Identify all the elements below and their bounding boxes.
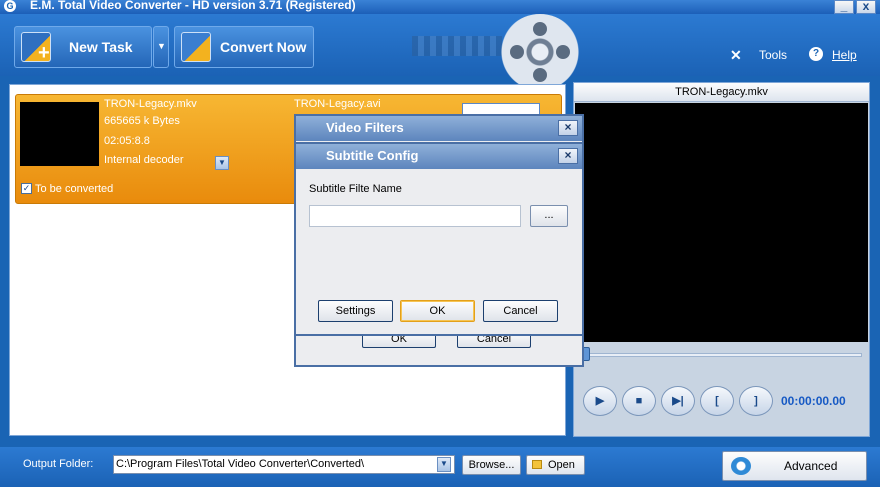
mark-out-button[interactable]: ] [739,386,773,416]
tools-label[interactable]: Tools [759,48,787,62]
target-file-name: TRON-Legacy.avi [294,98,381,110]
new-task-dropdown-button[interactable]: ▼ [153,26,169,68]
help-label[interactable]: Help [832,48,857,62]
minimize-button[interactable]: _ [834,0,854,14]
decoder-dropdown-icon[interactable]: ▼ [215,156,229,170]
subtitle-browse-button[interactable]: ... [530,205,568,227]
subtitle-file-name-input[interactable] [309,205,521,227]
film-strip-decoration [412,36,502,56]
decoder-label: Internal decoder [104,154,184,166]
video-filters-close-button[interactable]: × [558,120,578,136]
subtitle-config-dialog: Subtitle Config × Subtitle Filte Name ..… [294,142,584,336]
video-preview-screen [575,103,868,342]
subtitle-cancel-button[interactable]: Cancel [483,300,558,322]
help-icon[interactable]: ? [809,47,823,61]
open-label: Open [548,459,575,471]
source-file-name: TRON-Legacy.mkv [104,98,197,110]
browse-button[interactable]: Browse... [462,455,521,475]
advanced-label: Advanced [784,459,838,473]
close-button[interactable]: x [856,0,876,14]
video-thumbnail [20,102,99,166]
to-be-converted-label: To be converted [35,183,114,195]
chevron-down-icon: ▼ [157,41,166,51]
play-button[interactable]: ▶ [583,386,617,416]
folder-icon [532,460,542,469]
new-task-icon: + [21,32,51,63]
subtitle-ok-button[interactable]: OK [400,300,475,322]
refresh-icon [731,457,751,475]
convert-now-label: Convert Now [220,39,307,55]
video-filters-title-bar: Video Filters [296,116,582,141]
to-be-converted-checkbox[interactable]: ✓ [21,183,32,194]
subtitle-settings-button[interactable]: Settings [318,300,393,322]
new-task-label: New Task [69,39,133,55]
timecode: 00:00:00.00 [781,394,846,408]
subtitle-config-title-bar: Subtitle Config [296,144,582,169]
window-title: E.M. Total Video Converter - HD version … [30,0,356,12]
output-folder-path: C:\Program Files\Total Video Converter\C… [116,458,365,470]
preview-title: TRON-Legacy.mkv [574,83,869,102]
chevron-down-icon[interactable]: ▼ [437,457,451,472]
film-reel-icon [500,14,580,90]
open-button[interactable]: Open [526,455,585,475]
title-bar: G E.M. Total Video Converter - HD versio… [0,0,880,14]
stop-button[interactable]: ■ [622,386,656,416]
app-icon: G [4,0,16,12]
subtitle-config-title: Subtitle Config [326,148,419,163]
next-frame-button[interactable]: ▶| [661,386,695,416]
output-folder-label: Output Folder: [23,458,94,470]
bottom-bar: Output Folder: C:\Program Files\Total Vi… [0,447,880,487]
convert-now-button[interactable]: Convert Now [174,26,314,68]
file-size: 665665 k Bytes [104,115,180,127]
mark-in-button[interactable]: [ [700,386,734,416]
subtitle-config-close-button[interactable]: × [558,148,578,164]
new-task-button[interactable]: + New Task [14,26,152,68]
subtitle-file-name-label: Subtitle Filte Name [309,183,402,195]
video-filters-title: Video Filters [326,120,404,135]
advanced-button[interactable]: Advanced [722,451,867,481]
seek-bar[interactable] [582,353,862,357]
toolbar: + New Task ▼ Convert Now ✕ Tools ? Help [0,14,880,90]
duration: 02:05:8.8 [104,135,150,147]
output-folder-combo[interactable]: C:\Program Files\Total Video Converter\C… [113,455,455,474]
convert-now-icon [181,32,211,62]
tools-icon[interactable]: ✕ [730,47,742,64]
